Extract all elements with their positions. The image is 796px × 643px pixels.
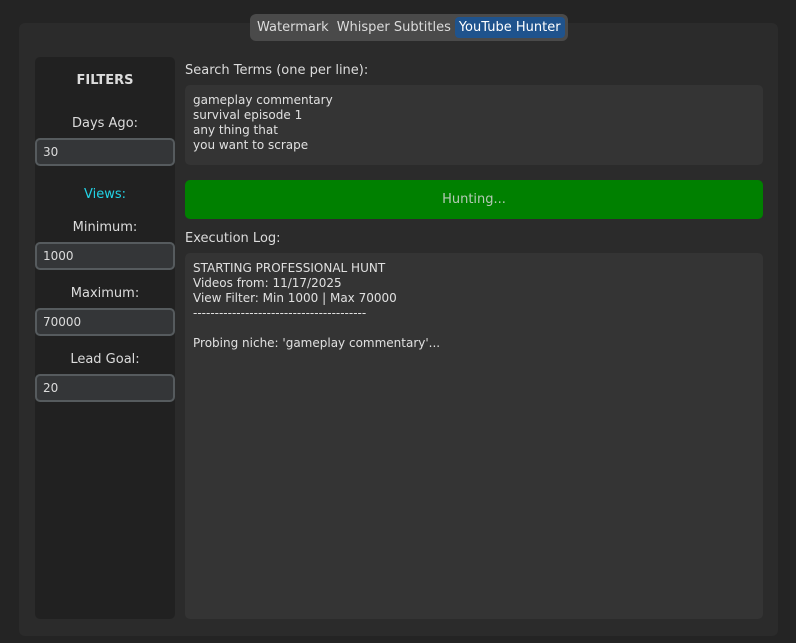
app-window: Watermark Whisper Subtitles YouTube Hunt… [0,0,796,643]
lead-goal-input[interactable] [35,374,175,402]
maximum-views-input[interactable] [35,308,175,336]
search-terms-textbox[interactable]: gameplay commentary survival episode 1 a… [185,85,763,165]
lead-goal-label: Lead Goal: [70,352,140,367]
tab-youtube-hunter[interactable]: YouTube Hunter [454,17,565,38]
filters-sidebar: FILTERS Days Ago: Views: Minimum: Maximu… [35,57,175,619]
tab-selector: Watermark Whisper Subtitles YouTube Hunt… [250,14,568,41]
minimum-views-input[interactable] [35,242,175,270]
hunt-button[interactable]: Hunting... [185,180,763,219]
maximum-views-label: Maximum: [70,286,140,301]
search-terms-label: Search Terms (one per line): [185,63,369,78]
execution-log-label: Execution Log: [185,231,281,246]
tab-whisper-subtitles[interactable]: Whisper Subtitles [333,17,455,38]
minimum-views-label: Minimum: [72,220,138,235]
views-label: Views: [83,187,126,202]
tab-watermark[interactable]: Watermark [253,17,333,38]
filters-title: FILTERS [76,73,134,88]
execution-log-textbox[interactable]: STARTING PROFESSIONAL HUNT Videos from: … [185,253,763,619]
days-ago-label: Days Ago: [71,116,139,131]
days-ago-input[interactable] [35,138,175,166]
